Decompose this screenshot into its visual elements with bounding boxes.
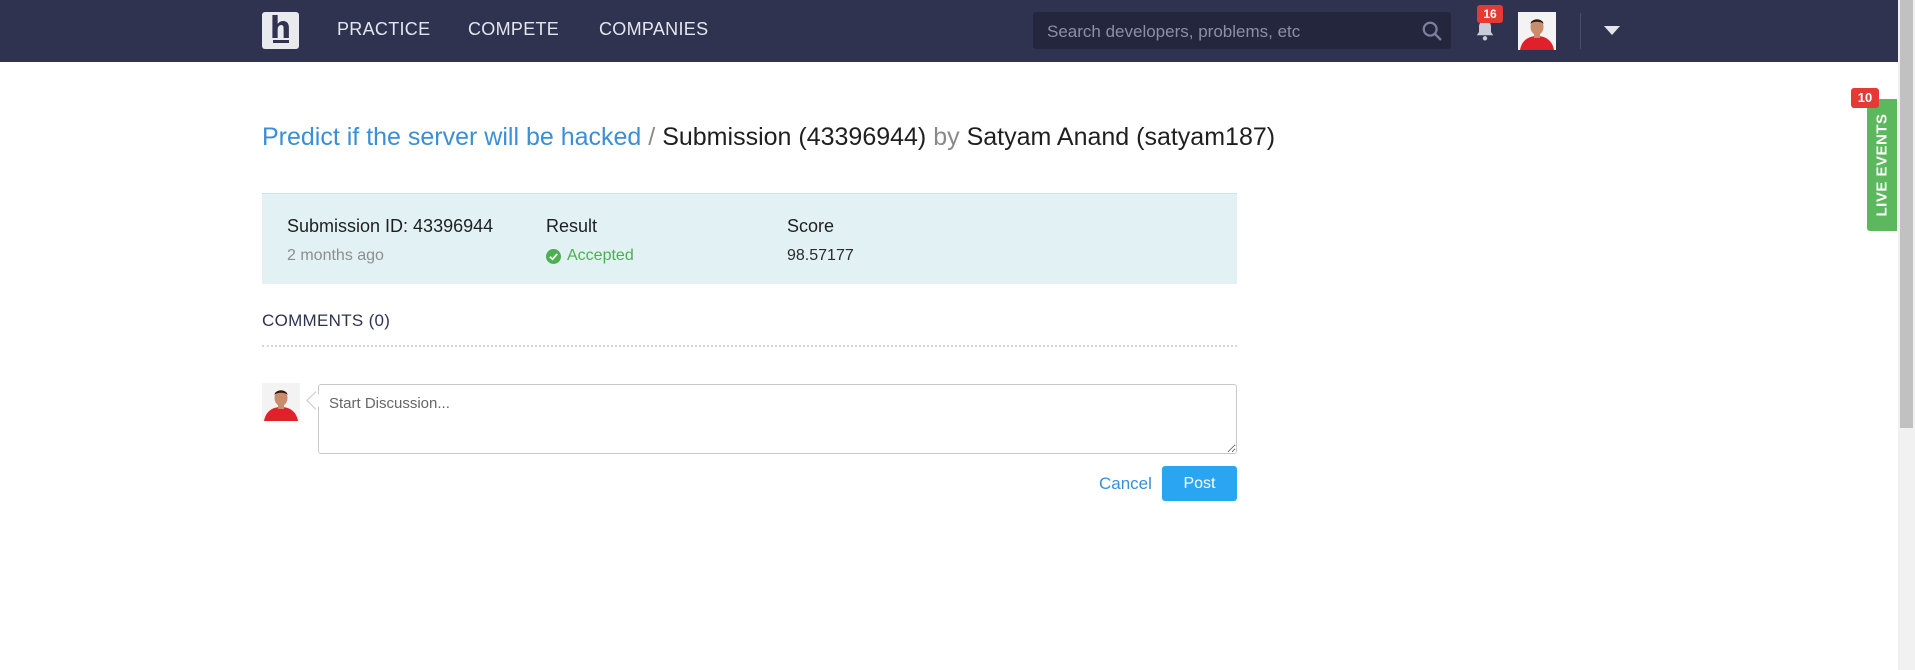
search-icon[interactable]	[1421, 20, 1443, 42]
notification-badge: 16	[1477, 5, 1503, 23]
live-events-badge: 10	[1851, 88, 1879, 108]
logo-icon[interactable]: h	[262, 12, 299, 49]
live-events-tab[interactable]: LIVE EVENTS	[1867, 99, 1897, 231]
check-circle-icon	[546, 248, 561, 264]
result-value: Accepted	[567, 247, 634, 264]
submission-title: Submission (43396944)	[662, 123, 927, 151]
by-label: by	[933, 123, 960, 151]
result-column: Result Accepted	[546, 216, 634, 265]
submission-info-box: Submission ID: 43396944 2 months ago Res…	[262, 193, 1237, 284]
search-bar	[1033, 12, 1451, 51]
submission-time: 2 months ago	[287, 247, 384, 264]
comments-divider	[262, 345, 1237, 347]
nav-practice[interactable]: PRACTICE	[337, 19, 430, 40]
live-events-label: LIVE EVENTS	[1873, 113, 1891, 217]
submission-id-column: Submission ID: 43396944 2 months ago	[287, 216, 493, 265]
breadcrumb-separator: /	[648, 123, 656, 151]
top-navbar: h PRACTICE COMPETE COMPANIES 16	[0, 0, 1898, 62]
discussion-textarea[interactable]	[318, 384, 1237, 454]
breadcrumb: Predict if the server will be hacked / S…	[262, 123, 1275, 152]
score-value: 98.57177	[787, 247, 854, 264]
comment-avatar	[262, 383, 300, 421]
search-input[interactable]	[1045, 12, 1409, 51]
result-label: Result	[546, 216, 598, 236]
score-label: Score	[787, 216, 835, 236]
user-name[interactable]: Satyam Anand (satyam187)	[967, 123, 1276, 151]
result-status: Accepted	[546, 247, 634, 265]
nav-compete[interactable]: COMPETE	[468, 19, 559, 40]
score-column: Score 98.57177	[787, 216, 854, 265]
avatar[interactable]	[1518, 12, 1556, 50]
scrollbar-thumb[interactable]	[1900, 0, 1913, 428]
problem-link[interactable]: Predict if the server will be hacked	[262, 123, 641, 151]
nav-companies[interactable]: COMPANIES	[599, 19, 708, 40]
submission-id: Submission ID: 43396944	[287, 216, 494, 236]
post-button[interactable]: Post	[1162, 466, 1237, 501]
scrollbar[interactable]	[1898, 0, 1915, 670]
caret-down-icon[interactable]	[1604, 26, 1620, 35]
cancel-button[interactable]: Cancel	[1099, 474, 1152, 494]
nav-divider	[1580, 13, 1581, 49]
comments-heading: COMMENTS (0)	[262, 311, 391, 330]
